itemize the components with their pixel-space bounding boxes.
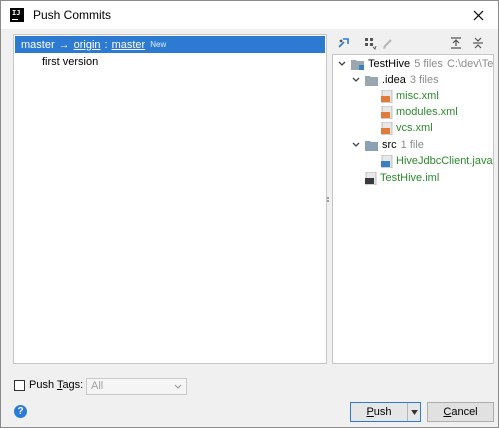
label-mnemonic: P: [366, 406, 374, 418]
label-part: ags:: [62, 379, 84, 391]
root-name: TestHive: [368, 58, 411, 70]
new-badge: New: [150, 40, 167, 49]
pin-icon: [338, 38, 349, 48]
pin-button[interactable]: [335, 34, 353, 52]
tree-node-src[interactable]: src 1 file: [351, 137, 424, 153]
tags-select-value: All: [91, 380, 104, 392]
tree-file-iml[interactable]: TestHive.iml: [365, 170, 439, 186]
push-tags-label[interactable]: Push Tags:: [29, 379, 83, 391]
edit-icon: [383, 39, 392, 49]
file-name: misc.xml: [396, 90, 439, 102]
src-folder-count: 1 file: [400, 139, 424, 151]
push-tags-checkbox[interactable]: [14, 380, 25, 391]
window-title: Push Commits: [33, 8, 112, 22]
branch-row[interactable]: master → origin : master New: [15, 36, 325, 53]
java-file-icon: [381, 154, 393, 168]
edit-button[interactable]: [379, 34, 397, 52]
help-button[interactable]: ?: [14, 405, 27, 418]
xml-file-icon: [381, 105, 393, 119]
remote-branch-link[interactable]: master: [112, 39, 146, 51]
chevron-down-icon: [410, 409, 418, 415]
iml-file-icon: [365, 171, 377, 185]
chevron-down-icon[interactable]: [351, 140, 361, 150]
file-name: modules.xml: [396, 106, 458, 118]
collapse-all-icon: [473, 37, 483, 49]
label-mnemonic: C: [443, 406, 452, 418]
close-icon: [473, 10, 483, 20]
commit-message: first version: [42, 56, 99, 68]
group-icon: [365, 38, 377, 50]
push-dropdown-button[interactable]: [407, 403, 420, 421]
root-path: C:\dev\Tes: [446, 58, 494, 70]
module-folder-icon: [351, 59, 364, 70]
changes-toolbar: [331, 32, 493, 54]
arrow-label: →: [58, 38, 70, 51]
expand-all-icon: [451, 37, 461, 49]
commit-item[interactable]: first version: [42, 54, 98, 70]
chevron-down-icon: [174, 384, 182, 389]
push-label: Push: [351, 406, 407, 418]
collapse-all-button[interactable]: [469, 34, 487, 52]
panel-splitter[interactable]: [326, 196, 330, 206]
idea-folder-count: 3 files: [409, 74, 439, 86]
cancel-button[interactable]: Cancel: [427, 402, 494, 422]
tags-select[interactable]: All: [86, 378, 187, 395]
file-name: vcs.xml: [396, 122, 433, 134]
root-count: 5 files: [414, 58, 443, 70]
src-folder-name: src: [382, 139, 397, 151]
title-bar: IJ Push Commits: [1, 1, 498, 29]
tree-file-modules[interactable]: modules.xml: [381, 104, 458, 120]
folder-icon: [365, 75, 378, 86]
tree-file-java[interactable]: HiveJdbcClient.java: [381, 153, 493, 169]
separator-label: :: [104, 38, 108, 51]
chevron-down-icon[interactable]: [337, 59, 347, 69]
file-name: HiveJdbcClient.java: [396, 155, 493, 167]
intellij-app-icon: IJ: [10, 8, 24, 22]
group-by-button[interactable]: [361, 34, 379, 52]
remote-link[interactable]: origin: [74, 39, 101, 51]
tree-node-idea[interactable]: .idea 3 files: [351, 72, 439, 88]
commits-panel: master → origin : master New first versi…: [13, 34, 327, 364]
file-name: TestHive.iml: [380, 172, 440, 184]
local-branch: master: [21, 38, 55, 51]
xml-file-icon: [381, 121, 393, 135]
help-icon: ?: [17, 406, 24, 417]
xml-file-icon: [381, 89, 393, 103]
close-button[interactable]: [458, 1, 498, 29]
expand-all-button[interactable]: [447, 34, 465, 52]
tree-file-misc[interactable]: misc.xml: [381, 88, 439, 104]
label-part: Push: [29, 379, 57, 391]
label-part: ush: [373, 406, 392, 418]
tree-node-root[interactable]: TestHive 5 files C:\dev\Tes: [337, 56, 494, 72]
source-folder-icon: [365, 140, 378, 151]
push-commits-dialog: IJ Push Commits master → origin : master…: [0, 0, 499, 428]
idea-folder-name: .idea: [382, 74, 406, 86]
changed-files-tree: TestHive 5 files C:\dev\Tes .idea 3 file…: [332, 54, 494, 364]
tree-file-vcs[interactable]: vcs.xml: [381, 120, 433, 136]
label-part: ancel: [451, 406, 478, 418]
chevron-down-icon[interactable]: [351, 75, 361, 85]
push-button[interactable]: Push: [350, 402, 421, 422]
